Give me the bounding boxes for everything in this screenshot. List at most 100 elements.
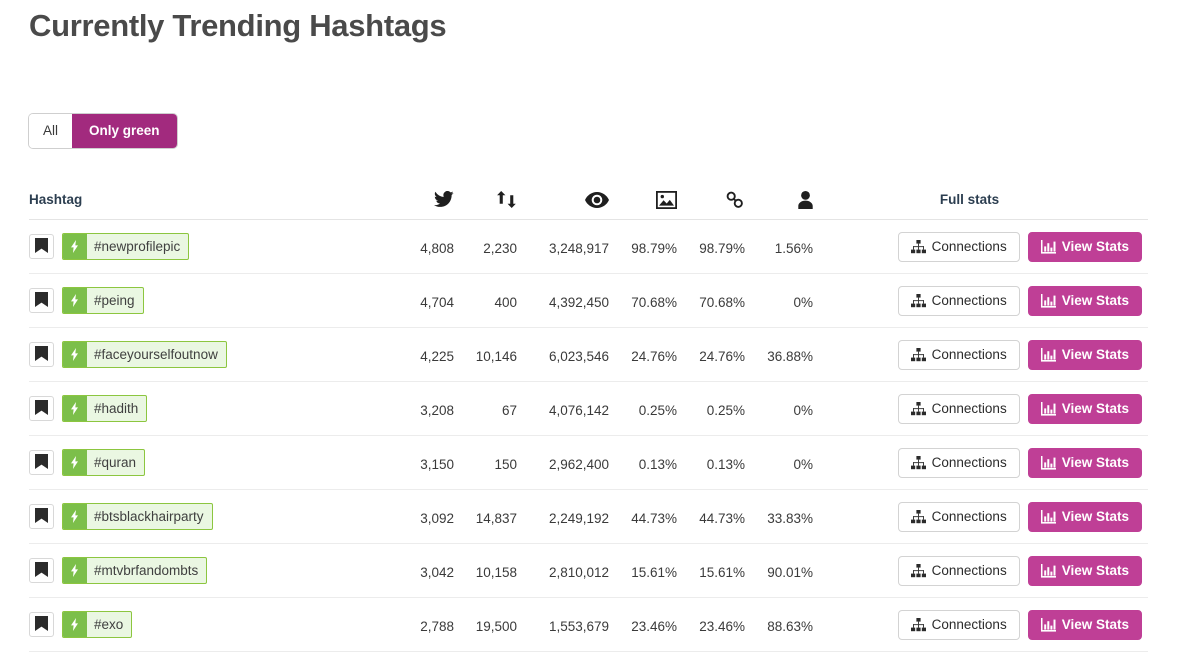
images-percent: 0.25% (638, 402, 677, 418)
tweets-count: 3,150 (420, 456, 454, 472)
connections-button[interactable]: Connections (897, 231, 1020, 262)
hashtags-table: Hashtag Full stats #newprofilepic 4,808 … (29, 180, 1148, 652)
bookmark-icon (35, 237, 48, 256)
table-row: #hadith 3,208 67 4,076,142 0.25% 0.25% 0… (29, 382, 1148, 436)
table-row: #faceyourselfoutnow 4,225 10,146 6,023,5… (29, 328, 1148, 382)
bookmark-button[interactable] (29, 288, 54, 313)
table-body: #newprofilepic 4,808 2,230 3,248,917 98.… (29, 220, 1148, 652)
hashtag-pill[interactable]: #exo (62, 611, 133, 638)
hashtag-cell: #mtvbrfandombts (29, 557, 391, 584)
view-stats-label: View Stats (1061, 293, 1129, 308)
column-header-hashtag: Hashtag (29, 191, 83, 207)
hashtag-cell: #hadith (29, 395, 391, 422)
bookmark-button[interactable] (29, 234, 54, 259)
bookmark-icon (35, 507, 48, 526)
view-stats-button[interactable]: View Stats (1027, 447, 1142, 478)
filter-all-button[interactable]: All (29, 114, 73, 148)
connections-button[interactable]: Connections (897, 339, 1020, 370)
view-stats-label: View Stats (1061, 239, 1129, 254)
sitemap-icon (910, 617, 926, 632)
connections-button[interactable]: Connections (897, 609, 1020, 640)
table-row: #exo 2,788 19,500 1,553,679 23.46% 23.46… (29, 598, 1148, 652)
retweet-icon (454, 191, 517, 208)
row-actions: Connections View Stats (813, 609, 1148, 640)
view-stats-label: View Stats (1061, 617, 1129, 632)
users-percent: 88.63% (767, 618, 813, 634)
sitemap-icon (910, 347, 926, 362)
images-percent: 15.61% (631, 564, 677, 580)
hashtag-label: #mtvbrfandombts (94, 563, 199, 578)
images-percent: 98.79% (631, 240, 677, 256)
connections-label: Connections (931, 347, 1007, 362)
hashtag-cell: #faceyourselfoutnow (29, 341, 391, 368)
images-percent: 23.46% (631, 618, 677, 634)
table-row: #quran 3,150 150 2,962,400 0.13% 0.13% 0… (29, 436, 1148, 490)
view-stats-label: View Stats (1061, 509, 1129, 524)
links-percent: 23.46% (699, 618, 745, 634)
links-percent: 24.76% (699, 348, 745, 364)
hashtag-label: #faceyourselfoutnow (94, 347, 218, 362)
view-stats-label: View Stats (1061, 563, 1129, 578)
bookmark-button[interactable] (29, 612, 54, 637)
column-header-full-stats: Full stats (939, 192, 1000, 207)
hashtag-pill[interactable]: #faceyourselfoutnow (62, 341, 227, 368)
filter-only-green-button[interactable]: Only green (72, 114, 177, 148)
sitemap-icon (910, 509, 926, 524)
bar-chart-icon (1040, 239, 1056, 254)
row-actions: Connections View Stats (813, 447, 1148, 478)
users-percent: 0% (793, 456, 813, 472)
images-percent: 24.76% (631, 348, 677, 364)
bookmark-button[interactable] (29, 342, 54, 367)
hashtag-cell: #btsblackhairparty (29, 503, 391, 530)
view-stats-button[interactable]: View Stats (1027, 393, 1142, 424)
row-actions: Connections View Stats (813, 393, 1148, 424)
tweets-count: 2,788 (420, 618, 454, 634)
hashtag-pill[interactable]: #hadith (62, 395, 148, 422)
sitemap-icon (910, 455, 926, 470)
hashtag-pill[interactable]: #quran (62, 449, 146, 476)
lightning-bolt-icon (63, 558, 87, 583)
connections-button[interactable]: Connections (897, 285, 1020, 316)
hashtag-pill[interactable]: #mtvbrfandombts (62, 557, 208, 584)
view-stats-button[interactable]: View Stats (1027, 339, 1142, 370)
links-percent: 98.79% (699, 240, 745, 256)
view-stats-button[interactable]: View Stats (1027, 555, 1142, 586)
user-icon (745, 190, 813, 209)
tweets-count: 4,704 (420, 294, 454, 310)
views-count: 3,248,917 (548, 240, 609, 256)
links-percent: 0.13% (706, 456, 745, 472)
connections-button[interactable]: Connections (897, 393, 1020, 424)
images-percent: 0.13% (638, 456, 677, 472)
view-stats-button[interactable]: View Stats (1027, 609, 1142, 640)
hashtag-cell: #newprofilepic (29, 233, 391, 260)
hashtag-label: #hadith (94, 401, 139, 416)
sitemap-icon (910, 563, 926, 578)
hashtag-pill[interactable]: #peing (62, 287, 144, 314)
view-stats-button[interactable]: View Stats (1027, 231, 1142, 262)
view-stats-button[interactable]: View Stats (1027, 501, 1142, 532)
images-percent: 44.73% (631, 510, 677, 526)
filter-button-group[interactable]: All Only green (29, 114, 177, 148)
users-percent: 36.88% (767, 348, 813, 364)
view-stats-button[interactable]: View Stats (1027, 285, 1142, 316)
hashtag-pill[interactable]: #btsblackhairparty (62, 503, 213, 530)
connections-button[interactable]: Connections (897, 501, 1020, 532)
sitemap-icon (910, 239, 926, 254)
bookmark-button[interactable] (29, 504, 54, 529)
retweets-count: 2,230 (483, 240, 517, 256)
twitter-icon (391, 191, 454, 208)
tweets-count: 3,092 (420, 510, 454, 526)
bookmark-button[interactable] (29, 396, 54, 421)
connections-button[interactable]: Connections (897, 555, 1020, 586)
hashtag-pill[interactable]: #newprofilepic (62, 233, 190, 260)
hashtag-label: #exo (94, 617, 124, 632)
bookmark-button[interactable] (29, 450, 54, 475)
links-percent: 0.25% (706, 402, 745, 418)
connections-button[interactable]: Connections (897, 447, 1020, 478)
bar-chart-icon (1040, 455, 1056, 470)
hashtag-label: #peing (94, 293, 135, 308)
lightning-bolt-icon (63, 288, 87, 313)
hashtag-label: #btsblackhairparty (94, 509, 204, 524)
bookmark-button[interactable] (29, 558, 54, 583)
views-count: 4,076,142 (548, 402, 609, 418)
